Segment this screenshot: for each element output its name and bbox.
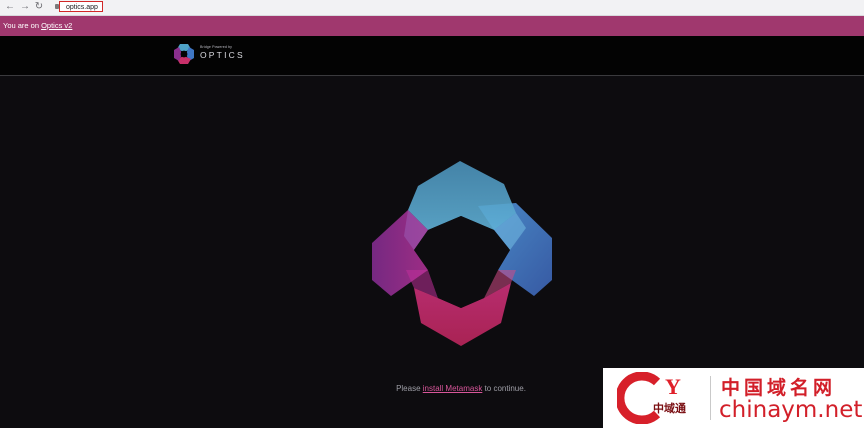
watermark-divider: [710, 376, 711, 420]
watermark-letter: Y: [665, 374, 681, 399]
logo-wordmark: OPTICS: [200, 50, 245, 60]
install-metamask-link[interactable]: install Metamask: [423, 384, 483, 393]
app-header: Bridge Powered by OPTICS: [0, 36, 864, 76]
prompt-after: to continue.: [482, 384, 526, 393]
watermark-cn-text: 中国域名网: [721, 377, 837, 399]
watermark-en-text: chinaym.net: [719, 397, 863, 423]
version-banner: You are on Optics v2: [0, 16, 864, 36]
optics-emblem-icon: [372, 161, 552, 346]
banner-text: You are on Optics v2: [3, 16, 72, 36]
watermark-small-text: 中域通: [653, 403, 686, 415]
chinaym-watermark: Y 中域通 中国域名网 chinaym.net: [603, 368, 864, 428]
forward-arrow-icon[interactable]: →: [19, 1, 31, 13]
logo-tagline: Bridge Powered by: [200, 45, 233, 49]
address-bar[interactable]: optics.app: [59, 1, 103, 12]
banner-prefix: You are on: [3, 21, 42, 30]
back-arrow-icon[interactable]: ←: [4, 1, 16, 13]
reload-icon[interactable]: ↻: [33, 1, 45, 13]
optics-v2-link[interactable]: Optics v2: [41, 21, 72, 30]
prompt-before: Please: [396, 384, 423, 393]
browser-toolbar: ← → ↻ optics.app: [0, 0, 864, 16]
optics-logo-icon[interactable]: [173, 43, 195, 65]
watermark-logo-icon: [617, 372, 661, 424]
